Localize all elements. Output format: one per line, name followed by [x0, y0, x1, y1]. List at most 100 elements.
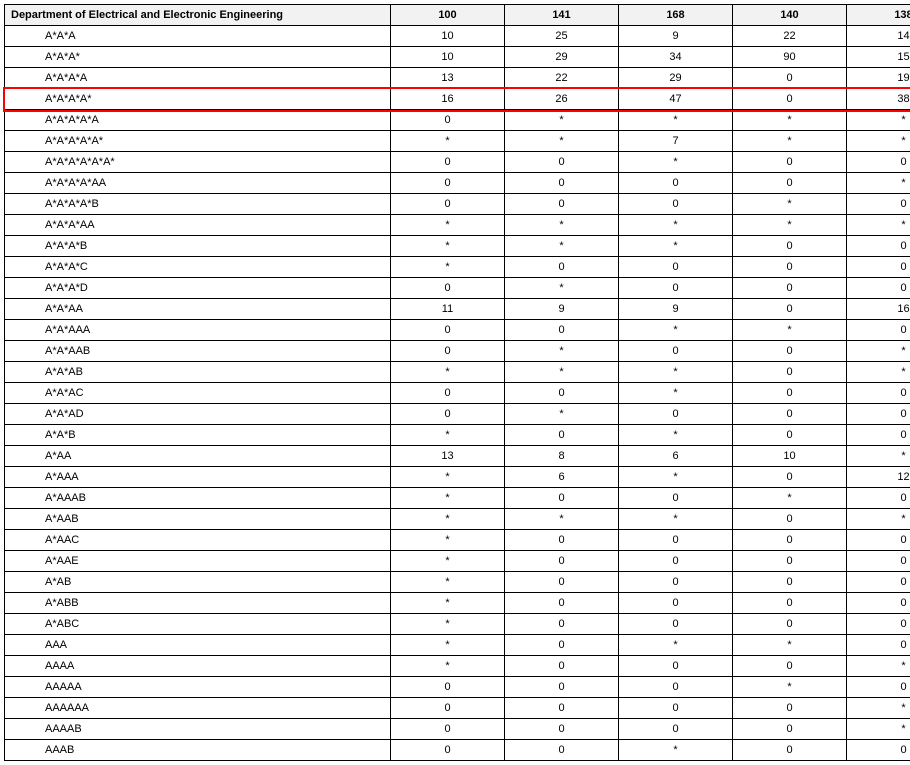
row-value: 0: [847, 383, 910, 404]
row-value: 0: [733, 740, 847, 761]
row-value: *: [505, 110, 619, 131]
table-row: A*AA138610*: [5, 446, 910, 467]
row-value: *: [847, 509, 910, 530]
row-value: 0: [505, 173, 619, 194]
row-value: *: [391, 551, 505, 572]
row-value: 0: [847, 614, 910, 635]
row-value: 0: [733, 299, 847, 320]
row-value: *: [733, 320, 847, 341]
row-value: 0: [733, 383, 847, 404]
table-row: A*A*A*B***00: [5, 236, 910, 257]
row-value: 0: [619, 278, 733, 299]
row-value: *: [391, 236, 505, 257]
table-row: A*AB*0000: [5, 572, 910, 593]
table-row: AAAAA000*0: [5, 677, 910, 698]
row-value: *: [391, 488, 505, 509]
row-value: 22: [505, 68, 619, 89]
row-value: 10: [733, 446, 847, 467]
row-value: 0: [391, 677, 505, 698]
table-row: A*A*A*A*162647038: [5, 89, 910, 110]
row-value: 0: [847, 404, 910, 425]
row-value: 15: [847, 47, 910, 68]
row-value: *: [391, 572, 505, 593]
row-value: 0: [391, 194, 505, 215]
row-value: 34: [619, 47, 733, 68]
row-label: A*A*A*A*A*A*: [5, 152, 391, 173]
row-value: 0: [619, 719, 733, 740]
row-value: *: [391, 509, 505, 530]
table-row: AAAB00*00: [5, 740, 910, 761]
row-value: 29: [505, 47, 619, 68]
row-value: *: [391, 215, 505, 236]
row-value: *: [619, 635, 733, 656]
row-value: 0: [733, 656, 847, 677]
row-value: 10: [391, 47, 505, 68]
header-col-3: 140: [733, 5, 847, 26]
row-label: A*A*AB: [5, 362, 391, 383]
table-row: A*A*A*1029349015: [5, 47, 910, 68]
row-value: 7: [619, 131, 733, 152]
row-value: 0: [505, 194, 619, 215]
row-value: 0: [733, 152, 847, 173]
row-value: 0: [505, 257, 619, 278]
row-label: AAAAB: [5, 719, 391, 740]
row-value: 22: [733, 26, 847, 47]
header-title: Department of Electrical and Electronic …: [5, 5, 391, 26]
row-value: *: [847, 656, 910, 677]
row-value: *: [391, 425, 505, 446]
row-value: *: [505, 404, 619, 425]
row-value: *: [391, 593, 505, 614]
row-value: 0: [619, 194, 733, 215]
row-value: *: [619, 740, 733, 761]
row-value: 0: [619, 530, 733, 551]
row-value: 0: [619, 404, 733, 425]
row-value: 0: [847, 488, 910, 509]
row-value: 19: [847, 68, 910, 89]
row-value: 0: [733, 719, 847, 740]
row-value: 0: [505, 530, 619, 551]
row-value: 0: [733, 68, 847, 89]
row-value: 0: [391, 341, 505, 362]
row-value: *: [619, 509, 733, 530]
row-value: *: [619, 152, 733, 173]
row-value: *: [619, 467, 733, 488]
row-value: 0: [391, 110, 505, 131]
row-value: *: [505, 236, 619, 257]
row-value: 16: [391, 89, 505, 110]
row-value: 0: [619, 677, 733, 698]
grades-table: Department of Electrical and Electronic …: [4, 4, 910, 761]
row-value: 29: [619, 68, 733, 89]
row-value: 0: [847, 152, 910, 173]
row-value: 0: [505, 635, 619, 656]
row-value: 0: [847, 320, 910, 341]
row-value: 0: [505, 698, 619, 719]
row-value: 0: [847, 278, 910, 299]
row-value: 0: [505, 383, 619, 404]
row-value: 0: [733, 530, 847, 551]
row-value: 0: [505, 656, 619, 677]
header-col-2: 168: [619, 5, 733, 26]
row-value: 0: [847, 194, 910, 215]
row-value: 0: [391, 404, 505, 425]
row-value: 0: [619, 572, 733, 593]
row-value: *: [847, 362, 910, 383]
table-row: A*AAB***0*: [5, 509, 910, 530]
row-value: 0: [619, 173, 733, 194]
table-row: A*A*AA1199016: [5, 299, 910, 320]
row-value: *: [847, 215, 910, 236]
row-value: 0: [847, 425, 910, 446]
row-label: A*AAB: [5, 509, 391, 530]
row-label: AAAB: [5, 740, 391, 761]
row-value: 0: [733, 551, 847, 572]
row-value: 14: [847, 26, 910, 47]
row-value: 11: [391, 299, 505, 320]
row-label: A*AB: [5, 572, 391, 593]
row-value: *: [391, 362, 505, 383]
table-row: A*AAAB*00*0: [5, 488, 910, 509]
row-label: AAA: [5, 635, 391, 656]
row-value: *: [733, 215, 847, 236]
row-value: 0: [619, 593, 733, 614]
table-row: A*A*A*A*A***7**: [5, 131, 910, 152]
row-value: *: [619, 362, 733, 383]
row-value: 0: [847, 635, 910, 656]
